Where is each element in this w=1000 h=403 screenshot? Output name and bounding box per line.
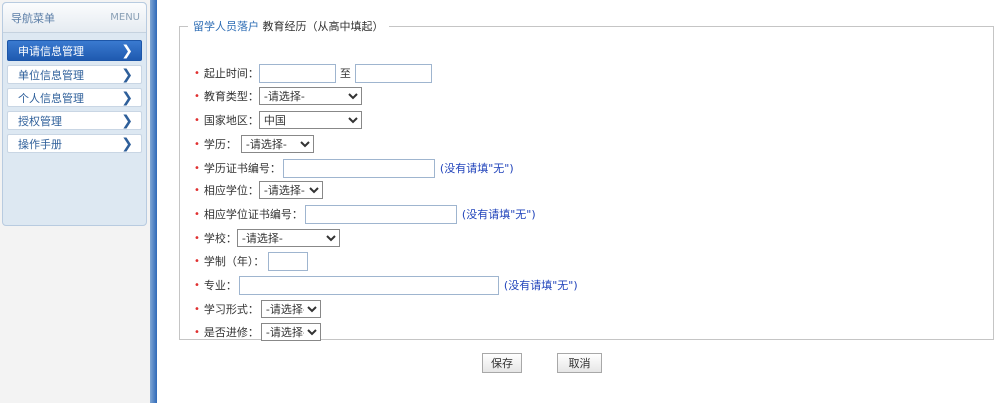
sidebar-splitter[interactable] [150,0,157,403]
major-input[interactable] [238,275,499,295]
date-range-separator: 至 [339,67,351,80]
sidebar-item-authorization[interactable]: 授权管理 ❯ [7,111,142,130]
duration-input[interactable] [268,251,309,271]
study-form-label: 学习形式： [203,303,259,316]
chevron-right-icon: ❯ [121,89,133,106]
sidebar-item-label: 申请信息管理 [18,44,84,58]
chevron-right-icon: ❯ [121,135,133,152]
required-mark: • [194,90,200,102]
major-hint: (没有请填"无") [503,279,578,292]
row-study-form: • 学习形式： -请选择- [194,299,321,319]
sidebar-item-manual[interactable]: 操作手册 ❯ [7,134,142,153]
cancel-button[interactable]: 取消 [557,353,602,373]
row-academic-degree: • 相应学位： -请选择- [194,180,323,200]
degree-cert-input[interactable] [282,158,435,178]
duration-label: 学制（年）： [203,255,265,268]
degree-cert-label: 学历证书编号： [203,162,281,175]
row-major: • 专业： (没有请填"无") [194,275,578,295]
end-date-input[interactable] [354,63,432,83]
row-school: • 学校： -请选择- [194,228,340,248]
school-select[interactable]: -请选择- [236,229,340,247]
edu-type-select[interactable]: -请选择- [258,87,362,105]
legend-title: 教育经历（从高中填起） [262,20,384,33]
save-button[interactable]: 保存 [482,353,522,373]
required-mark: • [194,114,200,126]
sidebar-item-application-info[interactable]: 申请信息管理 ❯ [7,40,142,61]
nav-menu-label: MENU [110,12,140,23]
degree-cert-hint: (没有请填"无") [439,162,514,175]
required-mark: • [194,279,200,291]
school-label: 学校： [203,232,237,245]
required-mark: • [194,208,200,220]
nav-panel: 导航菜单 MENU 申请信息管理 ❯ 单位信息管理 ❯ 个人信息管理 ❯ 授权管… [2,2,147,226]
row-degree-cert: • 学历证书编号： (没有请填"无") [194,158,514,178]
fieldset-legend: 留学人员落户 教育经历（从高中填起） [188,18,389,34]
chevron-right-icon: ❯ [121,112,133,129]
study-form-select[interactable]: -请选择- [260,300,321,318]
sidebar: 导航菜单 MENU 申请信息管理 ❯ 单位信息管理 ❯ 个人信息管理 ❯ 授权管… [0,0,150,403]
academic-degree-cert-hint: (没有请填"无") [461,208,536,221]
country-select[interactable]: 中国 [258,111,362,129]
start-date-input[interactable] [258,63,336,83]
sidebar-item-label: 授权管理 [18,114,62,128]
chevron-right-icon: ❯ [121,42,133,59]
required-mark: • [194,184,200,196]
degree-level-label: 学历： [203,138,237,151]
further-study-select[interactable]: -请选择- [260,323,321,341]
country-label: 国家地区： [203,114,259,127]
required-mark: • [194,255,200,267]
sidebar-item-label: 单位信息管理 [18,68,84,82]
nav-title: 导航菜单 [11,11,55,25]
sidebar-item-label: 操作手册 [18,137,62,151]
required-mark: • [194,232,200,244]
sidebar-item-label: 个人信息管理 [18,91,84,105]
academic-degree-cert-input[interactable] [304,204,457,224]
row-start-end: • 起止时间： 至 [194,63,432,83]
required-mark: • [194,138,200,150]
row-country: • 国家地区： 中国 [194,110,362,130]
nav-header: 导航菜单 MENU [3,3,146,33]
academic-degree-cert-label: 相应学位证书编号： [203,208,303,221]
sidebar-item-personal-info[interactable]: 个人信息管理 ❯ [7,88,142,107]
row-further-study: • 是否进修： -请选择- [194,322,321,342]
required-mark: • [194,67,200,79]
education-fieldset: 留学人员落户 教育经历（从高中填起） • 起止时间： 至 • 教育类型： -请选… [179,18,994,342]
edu-type-label: 教育类型： [203,90,259,103]
further-study-label: 是否进修： [203,326,259,339]
row-academic-degree-cert: • 相应学位证书编号： (没有请填"无") [194,204,536,224]
sidebar-item-company-info[interactable]: 单位信息管理 ❯ [7,65,142,84]
row-duration: • 学制（年）： [194,251,309,271]
chevron-right-icon: ❯ [121,66,133,83]
legend-category: 留学人员落户 [193,20,259,33]
row-edu-type: • 教育类型： -请选择- [194,86,362,106]
row-degree-level: • 学历： -请选择- [194,134,314,154]
academic-degree-select[interactable]: -请选择- [258,181,323,199]
academic-degree-label: 相应学位： [203,184,259,197]
major-label: 专业： [203,279,237,292]
main-content: 留学人员落户 教育经历（从高中填起） • 起止时间： 至 • 教育类型： -请选… [157,0,1000,403]
required-mark: • [194,326,200,338]
degree-level-select[interactable]: -请选择- [240,135,314,153]
start-end-label: 起止时间： [203,67,259,80]
required-mark: • [194,162,200,174]
required-mark: • [194,303,200,315]
nav-items: 申请信息管理 ❯ 单位信息管理 ❯ 个人信息管理 ❯ 授权管理 ❯ 操作手册 ❯ [3,33,146,153]
